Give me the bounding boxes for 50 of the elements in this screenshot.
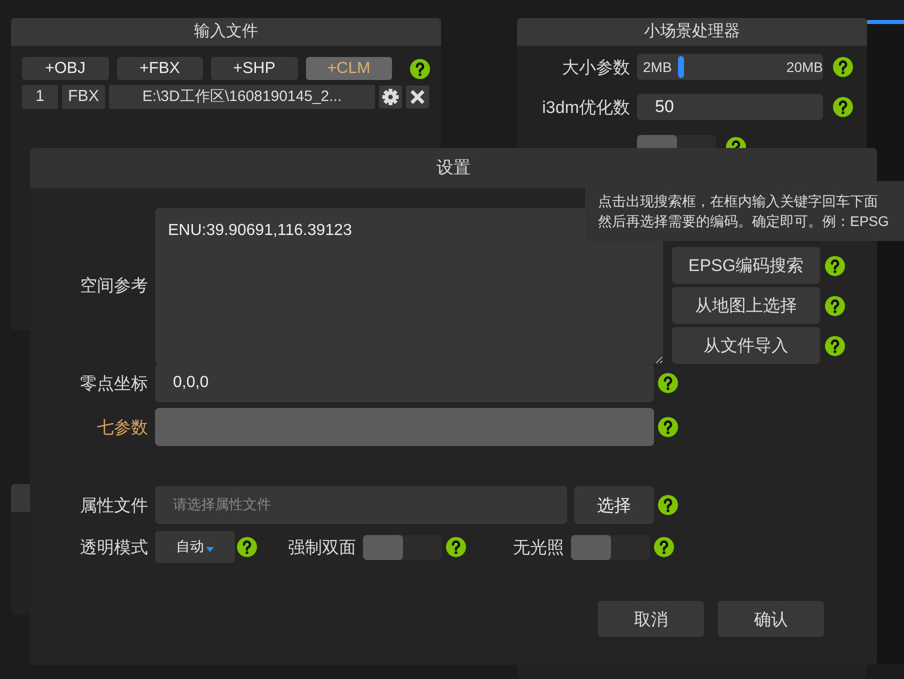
- reference-button[interactable]: EPSG编码搜索: [672, 247, 820, 284]
- toggle-switch[interactable]: [363, 534, 442, 560]
- file-type: FBX: [62, 85, 105, 109]
- field-label: 七参数: [96, 416, 148, 438]
- caret-icon: [206, 546, 214, 552]
- dialog-button[interactable]: 取消: [598, 601, 704, 637]
- gear-icon[interactable]: [379, 85, 402, 109]
- dialog-button[interactable]: 确认: [718, 601, 824, 637]
- field-label: 属性文件: [79, 494, 148, 516]
- transparency-dropdown[interactable]: 自动: [155, 531, 235, 563]
- help-icon[interactable]: [658, 495, 678, 515]
- help-icon[interactable]: [237, 537, 257, 557]
- field-label: i3dm优化数: [541, 96, 630, 118]
- help-icon[interactable]: [825, 336, 845, 356]
- panel-title: 小场景处理器: [517, 18, 867, 46]
- seven-params-field[interactable]: [155, 408, 654, 446]
- reference-button[interactable]: 从文件导入: [672, 327, 820, 364]
- select-button[interactable]: 选择: [574, 486, 654, 524]
- add-file-button[interactable]: +SHP: [211, 57, 298, 80]
- dialog-title: 设置: [30, 148, 877, 188]
- attribute-file-field[interactable]: 请选择属性文件: [155, 486, 567, 524]
- help-icon[interactable]: [658, 417, 678, 437]
- help-icon[interactable]: [825, 256, 845, 276]
- reference-button[interactable]: 从地图上选择: [672, 287, 820, 324]
- help-icon[interactable]: [410, 58, 430, 78]
- slider-min-label: 2MB: [643, 59, 672, 75]
- help-icon[interactable]: [825, 296, 845, 316]
- add-file-button[interactable]: +OBJ: [22, 57, 108, 80]
- close-icon[interactable]: [406, 85, 429, 109]
- field-label: 空间参考: [79, 275, 148, 297]
- field-label: 零点坐标: [79, 372, 148, 394]
- field-label: 透明模式: [79, 536, 148, 558]
- origin-field[interactable]: 0,0,0: [155, 364, 654, 402]
- toggle-switch[interactable]: [571, 534, 650, 560]
- help-icon[interactable]: [833, 57, 853, 77]
- toggle-label: 无光照: [513, 536, 564, 558]
- help-icon[interactable]: [654, 537, 674, 557]
- help-icon[interactable]: [446, 537, 466, 557]
- toggle-label: 强制双面: [288, 536, 356, 558]
- slider-thumb[interactable]: [678, 56, 684, 78]
- help-icon[interactable]: [658, 373, 678, 393]
- add-file-button[interactable]: +FBX: [116, 57, 203, 80]
- panel-title: 输入文件: [11, 18, 441, 46]
- size-slider[interactable]: 2MB 20MB: [637, 54, 823, 80]
- file-index: 1: [22, 85, 58, 109]
- help-icon[interactable]: [833, 97, 853, 117]
- number-field[interactable]: 50: [637, 94, 823, 120]
- file-path: E:\3D工作区\1608190145_2...: [109, 85, 375, 109]
- slider-max-label: 20MB: [786, 59, 823, 75]
- field-label: 大小参数: [561, 56, 630, 78]
